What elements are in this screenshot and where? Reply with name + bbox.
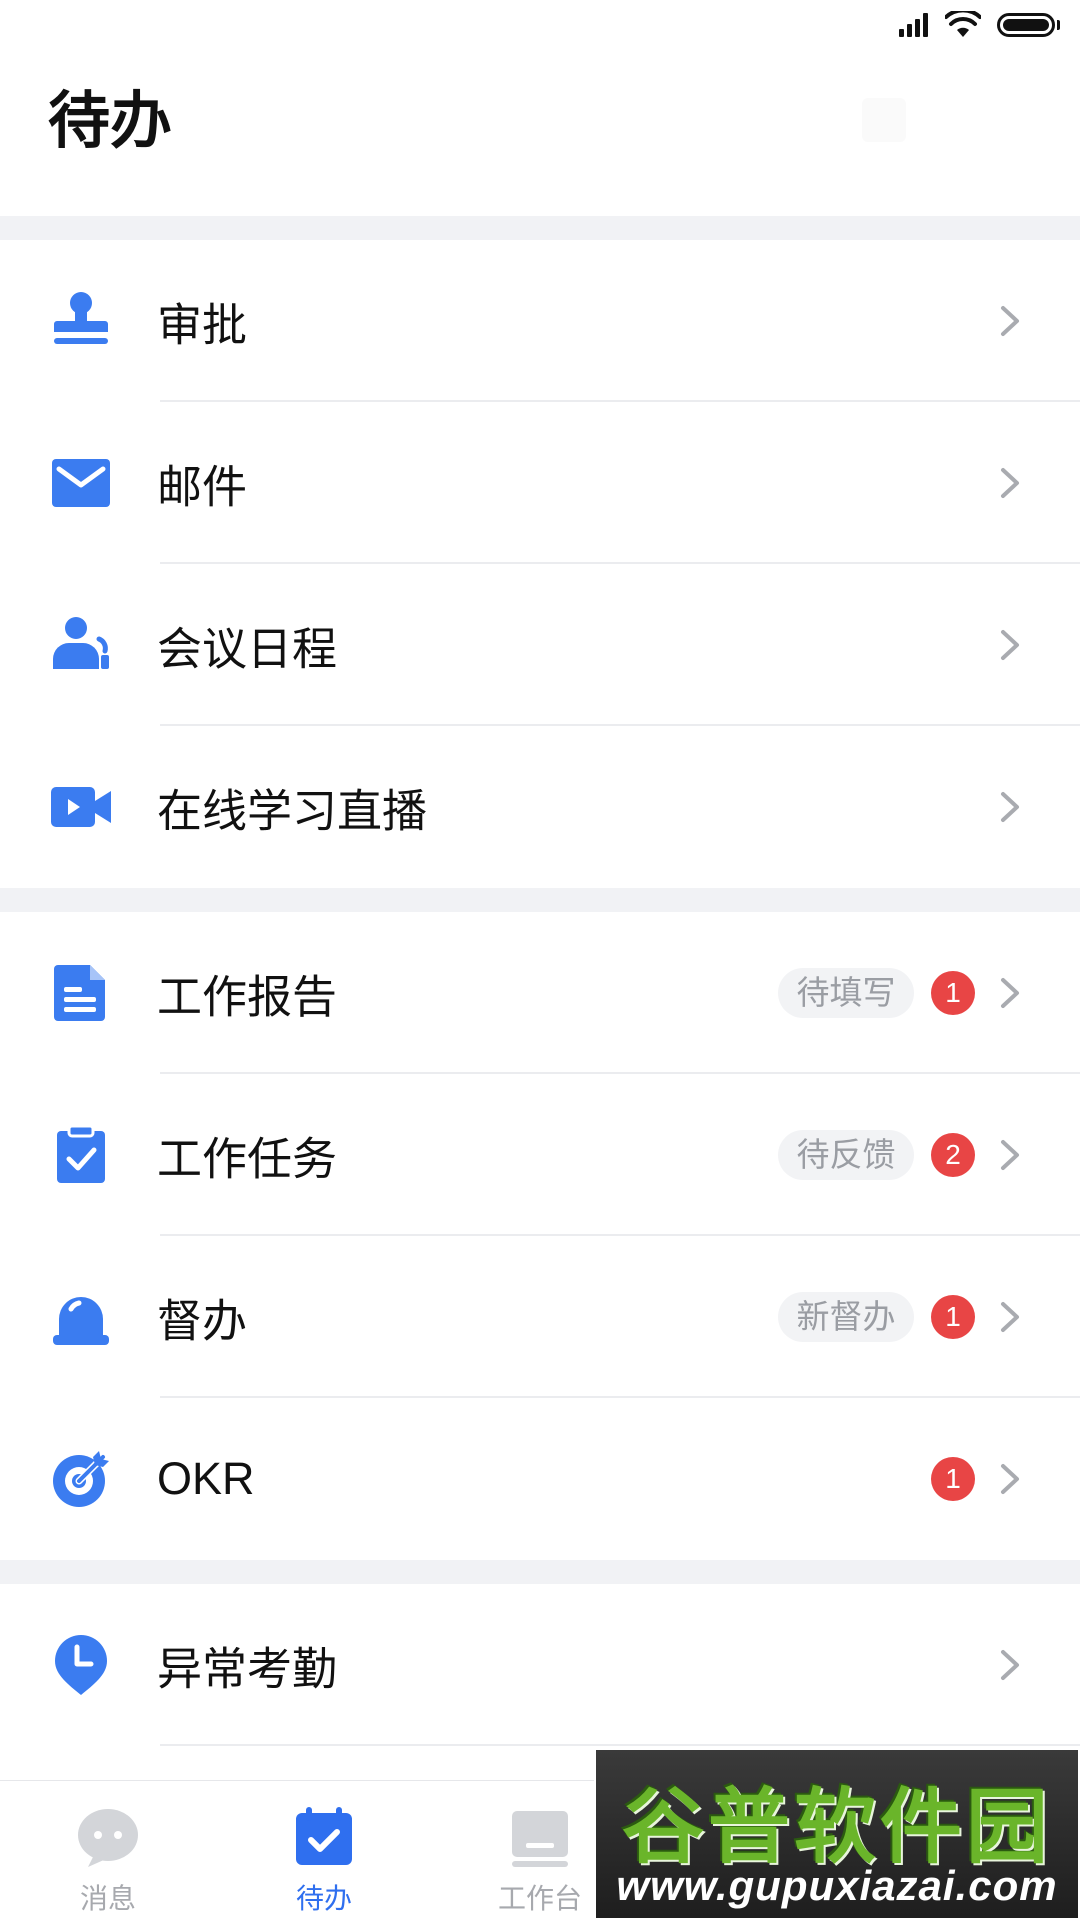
list-item-label: 工作报告 — [157, 970, 338, 1024]
count-badge: 2 — [931, 1133, 975, 1177]
count-badge: 1 — [931, 1457, 975, 1501]
chat-bubble-icon — [76, 1805, 140, 1869]
battery-icon — [997, 13, 1055, 37]
list-item-supervise[interactable]: 督办 新督办 1 — [0, 1236, 1080, 1398]
alarm-bell-icon — [49, 1285, 113, 1349]
meeting-icon — [49, 613, 113, 677]
watermark-logo: 谷普软件园 www.gupuxiazai.com — [594, 1748, 1080, 1920]
clipboard-check-icon — [49, 1123, 113, 1187]
mail-icon — [49, 451, 113, 515]
status-tag: 待填写 — [778, 968, 914, 1018]
page-header: 待办 — [0, 56, 1080, 216]
row-divider — [160, 1744, 1080, 1746]
list-item-label: 审批 — [157, 298, 248, 352]
list-item-label: 会议日程 — [157, 622, 338, 676]
header-action-button[interactable] — [862, 98, 906, 142]
stamp-icon — [49, 289, 113, 353]
chevron-right-icon — [998, 975, 1022, 1011]
section-divider — [0, 888, 1080, 912]
video-camera-icon — [49, 775, 113, 839]
chevron-right-icon — [998, 465, 1022, 501]
wifi-icon — [944, 8, 982, 43]
section-divider — [0, 1560, 1080, 1584]
list-item-work-report[interactable]: 工作报告 待填写 1 — [0, 912, 1080, 1074]
list-item-mail[interactable]: 邮件 — [0, 402, 1080, 564]
workbench-icon — [508, 1805, 572, 1869]
chevron-right-icon — [998, 1299, 1022, 1335]
document-icon — [49, 961, 113, 1025]
tab-todo[interactable]: 待办 — [216, 1781, 432, 1921]
chevron-right-icon — [998, 1461, 1022, 1497]
list-item-label: 在线学习直播 — [157, 784, 428, 838]
status-bar — [0, 0, 1080, 56]
page-title: 待办 — [48, 84, 173, 157]
signal-icon — [899, 13, 931, 37]
list-item-live-learning[interactable]: 在线学习直播 — [0, 726, 1080, 888]
status-tag: 待反馈 — [778, 1130, 914, 1180]
calendar-check-icon — [292, 1805, 356, 1869]
section-divider — [0, 216, 1080, 240]
tab-label: 消息 — [79, 1882, 136, 1915]
list-item-okr[interactable]: OKR 1 — [0, 1398, 1080, 1560]
list-item-work-task[interactable]: 工作任务 待反馈 2 — [0, 1074, 1080, 1236]
list-item-label: 督办 — [157, 1294, 248, 1348]
status-tag: 新督办 — [778, 1292, 914, 1342]
target-icon — [49, 1447, 113, 1511]
battery-tip — [1057, 20, 1060, 30]
list-item-label: OKR — [157, 1453, 255, 1504]
tab-messages[interactable]: 消息 — [0, 1781, 216, 1921]
chevron-right-icon — [998, 627, 1022, 663]
list-item-label: 邮件 — [157, 460, 248, 514]
chevron-right-icon — [998, 1647, 1022, 1683]
clock-pin-icon — [49, 1633, 113, 1697]
list-item-label: 异常考勤 — [157, 1642, 338, 1696]
list-item-meeting[interactable]: 会议日程 — [0, 564, 1080, 726]
list-item-approval[interactable]: 审批 — [0, 240, 1080, 402]
tab-label: 待办 — [295, 1882, 352, 1915]
chevron-right-icon — [998, 1137, 1022, 1173]
count-badge: 1 — [931, 1295, 975, 1339]
count-badge: 1 — [931, 971, 975, 1015]
chevron-right-icon — [998, 789, 1022, 825]
watermark-url: www.gupuxiazai.com — [616, 1862, 1058, 1909]
list-item-attendance-exception[interactable]: 异常考勤 — [0, 1584, 1080, 1746]
chevron-right-icon — [998, 303, 1022, 339]
list-item-label: 工作任务 — [157, 1132, 338, 1186]
